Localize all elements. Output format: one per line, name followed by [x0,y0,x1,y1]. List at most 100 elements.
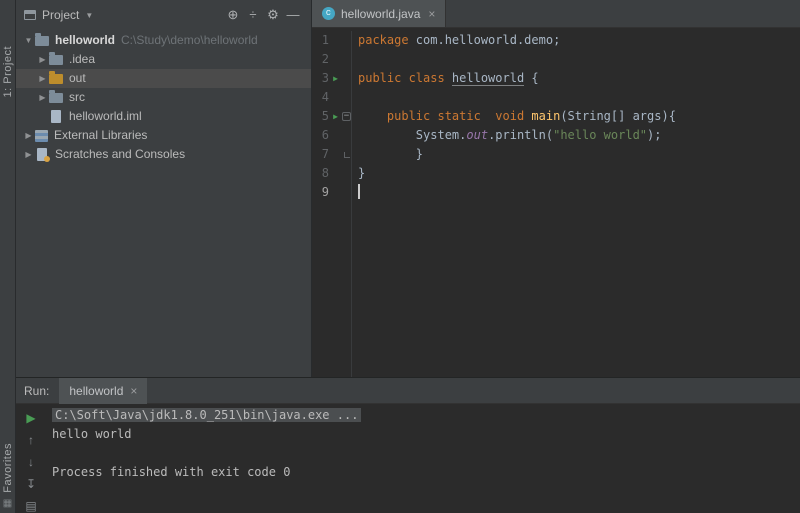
line-number: 2 [312,50,329,69]
code-token: "hello world" [553,128,647,142]
tool-button-favorites[interactable]: Favorites [2,443,14,493]
text-caret [358,184,360,199]
editor-body: 123▶45▶−6789 package com.helloworld.demo… [312,28,800,377]
tree-item-label: src [69,88,85,107]
code-token: } [358,147,423,161]
tree-item-helloworld-iml[interactable]: helloworld.iml [16,107,311,126]
folder-icon [49,93,63,103]
collapsed-chevron-icon[interactable]: ▶ [22,145,35,164]
console-line: C:\Soft\Java\jdk1.8.0_251\bin\java.exe .… [52,406,794,425]
run-tab-helloworld[interactable]: helloworld × [59,378,147,404]
editor-tab-title: helloworld.java [341,7,420,21]
code-line[interactable] [358,50,800,69]
run-tab-bar: Run: helloworld × [16,378,800,404]
code-token: public static void [387,109,524,123]
code-token: { [524,71,538,85]
editor-code[interactable]: package com.helloworld.demo; public clas… [352,31,800,377]
line-number: 9 [312,183,329,202]
locate-icon[interactable]: ⊕ [223,5,243,25]
tree-item-external-libraries[interactable]: ▶External Libraries [16,126,311,145]
code-line[interactable] [358,183,800,202]
fold-end-icon[interactable] [344,152,350,158]
run-tool-window: Run: helloworld × ▶ ↑ ↓ ↧ ▤ C:\Soft\Java\jdk… [16,377,800,513]
collapse-all-icon[interactable]: ÷ [243,5,263,25]
console-text: Process finished with exit code 0 [52,465,290,479]
code-line[interactable]: package com.helloworld.demo; [358,31,800,50]
close-run-tab-icon[interactable]: × [130,384,137,398]
window-grid-icon[interactable]: ▦ [3,499,12,509]
run-panel-label: Run: [24,384,49,398]
collapsed-chevron-icon[interactable]: ▶ [36,50,49,69]
console-output[interactable]: C:\Soft\Java\jdk1.8.0_251\bin\java.exe .… [46,404,800,513]
fold-start-icon[interactable]: − [342,112,351,121]
code-token: } [358,166,365,180]
console-text [52,446,59,460]
tree-item-idea[interactable]: ▶ .idea [16,50,311,69]
editor-gutter: 123▶45▶−6789 [312,31,352,377]
run-line-icon[interactable]: ▶ [329,107,342,126]
collapsed-chevron-icon[interactable]: ▶ [36,88,49,107]
project-tree: ▼helloworldC:\Study\demo\helloworld▶.ide… [16,29,311,377]
settings-gear-icon[interactable]: ⚙ [263,5,283,25]
console-line: Process finished with exit code 0 [52,463,794,482]
tree-item-helloworld[interactable]: ▼helloworldC:\Study\demo\helloworld [16,31,311,50]
scroll-to-end-button[interactable]: ↧ [26,478,36,491]
code-line[interactable]: } [358,145,800,164]
fold-start-icon[interactable]: − [342,112,351,121]
tree-item-label: .idea [69,50,95,69]
gutter-line: 1 [312,31,351,50]
line-number: 4 [312,88,329,107]
code-line[interactable]: System.out.println("hello world"); [358,126,800,145]
line-number: 8 [312,164,329,183]
expanded-chevron-icon[interactable]: ▼ [22,31,35,50]
console-line [52,444,794,463]
editor-tab-bar: helloworld.java × [312,0,800,28]
gutter-line: 5▶− [312,107,351,126]
project-window-icon [24,10,36,20]
excluded-folder-icon [49,74,63,84]
libraries-icon [35,130,48,142]
console-text: hello world [52,427,131,441]
restore-layout-button[interactable]: ▤ [25,500,36,513]
tree-item-label: Scratches and Consoles [55,145,185,164]
code-line[interactable]: public class helloworld { [358,69,800,88]
project-panel: Project ▼ ⊕÷⚙— ▼helloworldC:\Study\demo\… [16,0,312,377]
module-file-icon [51,110,61,123]
line-number: 3 [312,69,329,88]
project-panel-header: Project ▼ ⊕÷⚙— [16,0,311,29]
gutter-line: 6 [312,126,351,145]
tree-item-path: C:\Study\demo\helloworld [121,31,258,50]
close-tab-icon[interactable]: × [428,7,435,21]
code-line[interactable]: public static void main(String[] args){ [358,107,800,126]
tree-item-out[interactable]: ▶out [16,69,311,88]
code-line[interactable]: } [358,164,800,183]
tree-item-src[interactable]: ▶ src [16,88,311,107]
left-toolwindow-bar: 1: Project Favorites ▦ [0,0,16,513]
code-token: public class [358,71,452,85]
console-line: hello world [52,425,794,444]
code-token: out [466,128,488,142]
collapsed-chevron-icon[interactable]: ▶ [36,69,49,88]
gutter-line: 7 [312,145,351,164]
hide-panel-icon[interactable]: — [283,5,303,25]
tool-button-project[interactable]: 1: Project [2,46,14,97]
editor-tab-helloworld-java[interactable]: helloworld.java × [312,0,446,27]
tree-item-scratches-and-consoles[interactable]: ▶ Scratches and Consoles [16,145,311,164]
down-stack-trace-button[interactable]: ↓ [28,456,34,469]
code-token: ); [647,128,661,142]
code-token: package [358,33,409,47]
ide-window: 1: Project Favorites ▦ Project ▼ ⊕÷⚙— ▼h… [0,0,800,513]
run-line-icon[interactable]: ▶ [329,69,342,88]
up-stack-trace-button[interactable]: ↑ [28,434,34,447]
rerun-button[interactable]: ▶ [26,412,35,425]
gutter-line: 2 [312,50,351,69]
project-view-dropdown-icon[interactable]: ▼ [85,11,93,20]
line-number: 1 [312,31,329,50]
project-toolbar: ⊕÷⚙— [223,5,303,25]
gutter-line: 8 [312,164,351,183]
fold-end-icon[interactable] [342,152,351,158]
code-token: main [531,109,560,123]
editor-pane: helloworld.java × 123▶45▶−6789 package c… [312,0,800,377]
code-line[interactable] [358,88,800,107]
collapsed-chevron-icon[interactable]: ▶ [22,126,35,145]
